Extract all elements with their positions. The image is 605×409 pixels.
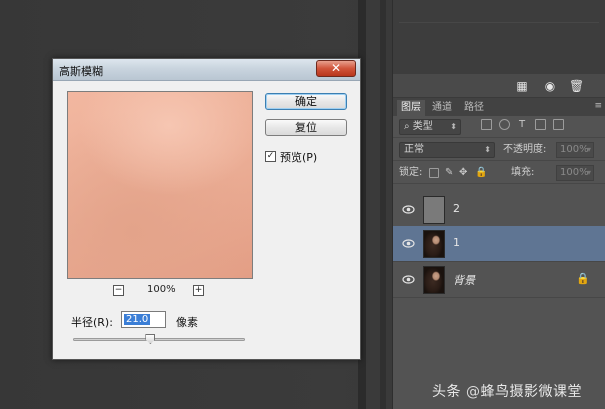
- watermark-prefix: 头条: [432, 384, 461, 400]
- filter-row: ⌕ 类型 ⬍ T: [393, 116, 605, 138]
- panel-dock-top: [392, 0, 605, 74]
- zoom-out-button[interactable]: −: [113, 285, 124, 296]
- radius-slider-track[interactable]: [73, 338, 245, 341]
- layer-name[interactable]: 2: [453, 202, 460, 215]
- watermark-at: @: [465, 384, 481, 400]
- layer-thumbnail: [423, 196, 445, 224]
- radius-slider-thumb[interactable]: [145, 334, 156, 344]
- gaussian-blur-dialog: 高斯模糊 ✕ − 100% + 确定 复位 ✓ 预览(P) 半径(R): 21.…: [52, 58, 361, 360]
- layers-panel: ▦ ◉ 🗑 图层 通道 路径 ≡ ⌕ 类型 ⬍ T 正常 ⬍ 不透明度: 100…: [392, 74, 605, 409]
- move-lock-icon[interactable]: ✥: [459, 167, 467, 178]
- checkmark-icon: ✓: [266, 151, 275, 161]
- tab-layers[interactable]: 图层: [397, 100, 425, 116]
- opacity-label: 不透明度:: [503, 144, 547, 155]
- chevron-down-icon: ⬍: [450, 122, 457, 131]
- eye-icon[interactable]: [402, 273, 415, 286]
- lock-transparent-icon[interactable]: [429, 168, 439, 178]
- zoom-out-icon: −: [114, 285, 123, 295]
- chevron-down-icon: ▾: [586, 168, 591, 177]
- search-icon: ⌕: [404, 121, 410, 132]
- radius-unit: 像素: [176, 316, 198, 329]
- panel-tabs: 图层 通道 路径 ≡: [393, 98, 605, 116]
- layer-row-background[interactable]: 背景 🔒: [393, 262, 605, 298]
- radius-input[interactable]: 21.0: [121, 311, 166, 328]
- blend-mode-select[interactable]: 正常 ⬍: [399, 142, 495, 158]
- watermark-account: 蜂鸟摄影微课堂: [480, 384, 582, 400]
- lock-icon: 🔒: [576, 272, 590, 285]
- watermark: 头条 @蜂鸟摄影微课堂: [432, 381, 582, 401]
- lock-row: 锁定: ✎ ✥ 🔒 填充: 100% ▾: [393, 162, 605, 184]
- zoom-in-button[interactable]: +: [193, 285, 204, 296]
- radius-value: 21.0: [124, 314, 151, 325]
- close-icon: ✕: [330, 61, 342, 75]
- brush-lock-icon[interactable]: ✎: [445, 167, 453, 178]
- radius-label: 半径(R):: [71, 316, 113, 329]
- zoom-in-icon: +: [194, 285, 203, 295]
- fill-field[interactable]: 100% ▾: [556, 165, 594, 181]
- lock-all-icon[interactable]: 🔒: [475, 167, 487, 178]
- chevron-down-icon: ⬍: [484, 145, 491, 154]
- trash-icon[interactable]: 🗑: [569, 79, 584, 93]
- lock-label: 锁定:: [399, 167, 423, 178]
- tab-paths[interactable]: 路径: [459, 100, 489, 116]
- layer-thumbnail: [423, 266, 445, 294]
- eye-icon[interactable]: [402, 237, 415, 250]
- fill-value: 100%: [560, 167, 589, 178]
- layer-name[interactable]: 背景: [453, 272, 475, 288]
- adjustment-filter-icon[interactable]: [499, 119, 510, 130]
- close-button[interactable]: ✕: [316, 60, 356, 77]
- zoom-level: 100%: [147, 284, 176, 295]
- preview-checkbox[interactable]: ✓: [265, 151, 276, 162]
- camera-icon[interactable]: ◉: [543, 79, 557, 93]
- layer-name[interactable]: 1: [453, 236, 460, 249]
- dialog-title: 高斯模糊: [59, 65, 103, 78]
- eye-icon[interactable]: [402, 203, 415, 216]
- layer-thumbnail: [423, 230, 445, 258]
- dialog-titlebar[interactable]: 高斯模糊 ✕: [53, 59, 360, 81]
- blend-row: 正常 ⬍ 不透明度: 100% ▾: [393, 139, 605, 161]
- filter-kind-value: 类型: [412, 121, 433, 132]
- opacity-value: 100%: [560, 144, 589, 155]
- fill-label: 填充:: [511, 167, 535, 178]
- reset-button[interactable]: 复位: [265, 119, 347, 136]
- panel-menu-icon[interactable]: ≡: [594, 101, 602, 111]
- smart-object-filter-icon[interactable]: [553, 119, 564, 130]
- type-filter-icon[interactable]: T: [519, 119, 525, 130]
- layer-row-1[interactable]: 1: [393, 226, 605, 262]
- new-group-icon[interactable]: ▦: [515, 79, 529, 93]
- tab-channels[interactable]: 通道: [427, 100, 457, 116]
- opacity-field[interactable]: 100% ▾: [556, 142, 594, 158]
- ok-button[interactable]: 确定: [265, 93, 347, 110]
- pixel-filter-icon[interactable]: [481, 119, 492, 130]
- panel-dock-separator: [399, 22, 599, 23]
- panel-toolbar: ▦ ◉ 🗑: [393, 74, 605, 98]
- shape-filter-icon[interactable]: [535, 119, 546, 130]
- chevron-down-icon: ▾: [586, 145, 591, 154]
- blend-mode-value: 正常: [404, 144, 424, 155]
- preview-label[interactable]: 预览(P): [280, 149, 317, 165]
- workspace-divider: [380, 0, 386, 409]
- layer-row-2[interactable]: 2: [393, 192, 605, 228]
- filter-kind-select[interactable]: ⌕ 类型 ⬍: [399, 119, 461, 135]
- blur-preview[interactable]: [67, 91, 253, 279]
